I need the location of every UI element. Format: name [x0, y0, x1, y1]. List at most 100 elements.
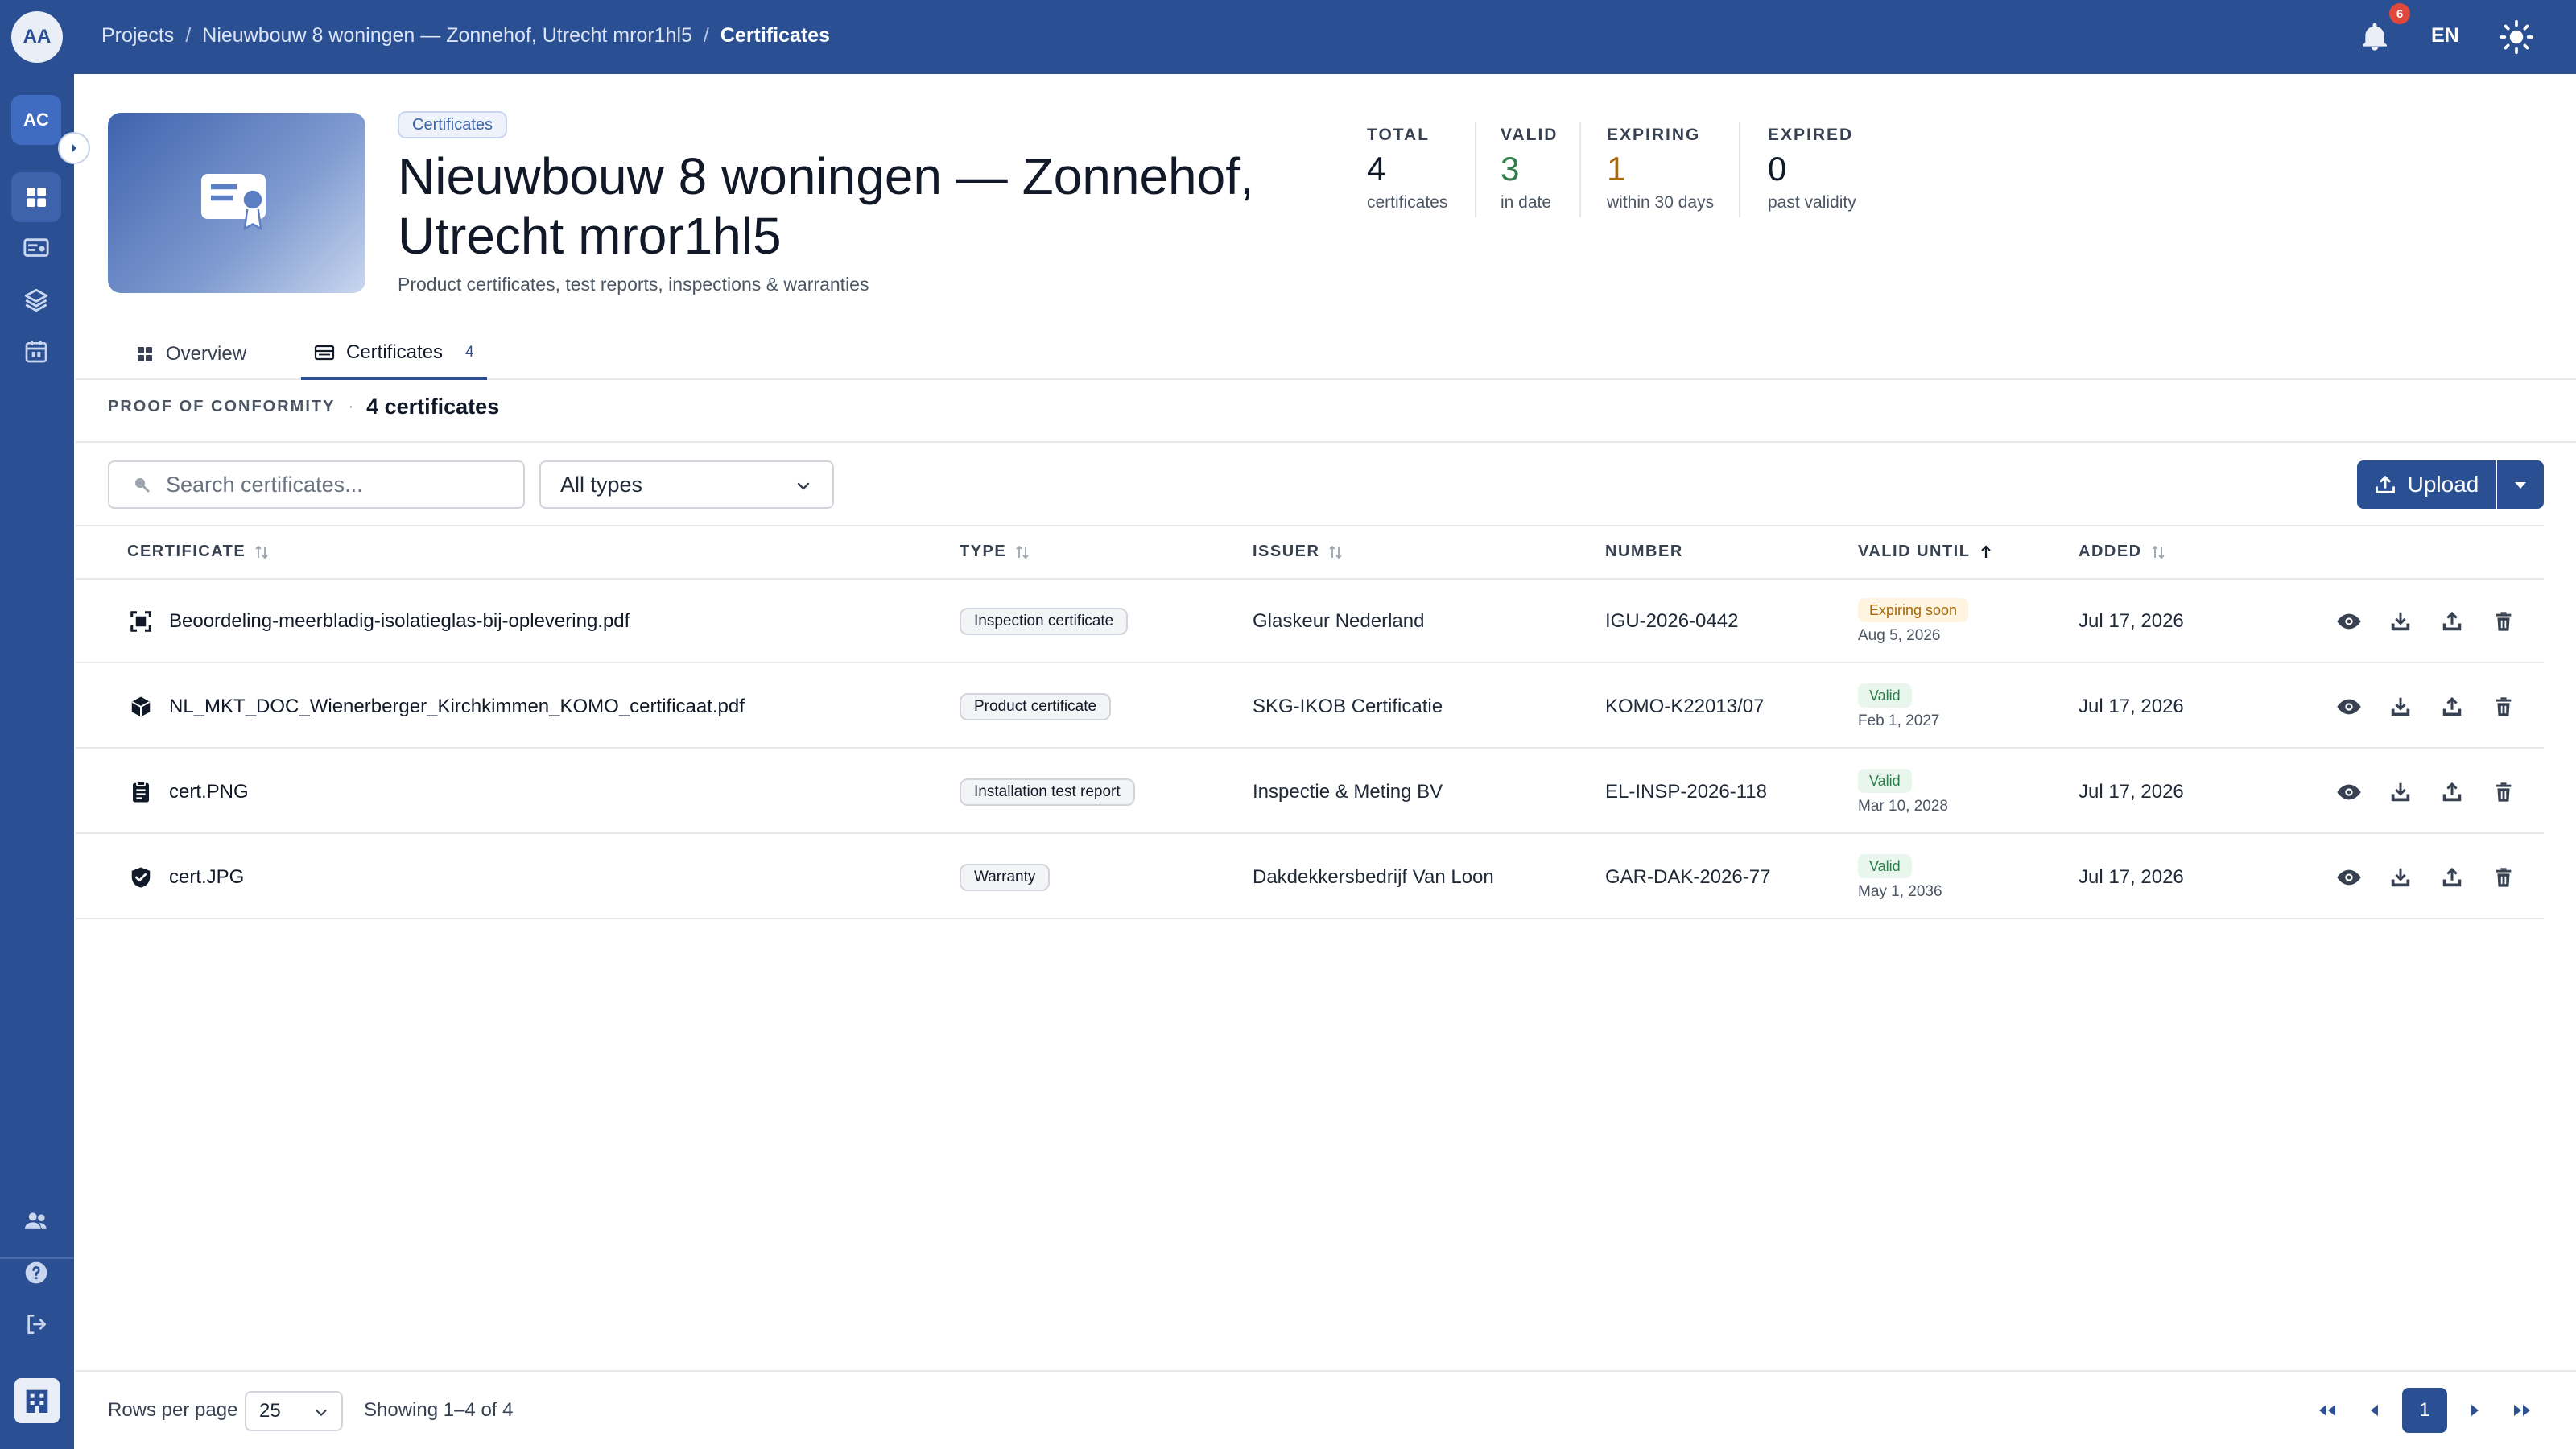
upload-icon [2442, 611, 2462, 631]
issuer-cell: SKG-IKOB Certificatie [1253, 696, 1443, 717]
sidebar-item-help[interactable] [11, 1248, 61, 1298]
delete-button[interactable] [2489, 607, 2518, 636]
row-actions [2334, 750, 2518, 834]
sort-icon [255, 545, 268, 559]
sidebar-item-team[interactable] [11, 1196, 61, 1246]
issuer-cell: Inspectie & Meting BV [1253, 781, 1443, 803]
view-button[interactable] [2334, 607, 2363, 636]
section-chip: Certificates [398, 111, 508, 138]
certificate-filename[interactable]: NL_MKT_DOC_Wienerberger_Kirchkimmen_KOMO… [169, 696, 745, 718]
number-cell: KOMO-K22013/07 [1605, 696, 1765, 717]
upload-icon [2442, 867, 2462, 887]
previous-page-button[interactable] [2352, 1388, 2397, 1433]
clipboard-icon [133, 781, 149, 803]
sidebar-toggle[interactable] [58, 132, 90, 164]
certificate-filename[interactable]: Beoordeling-meerbladig-isolatieglas-bij-… [169, 610, 630, 633]
certificate-filename[interactable]: cert.JPG [169, 866, 244, 889]
type-cell: Product certificate [960, 665, 1112, 749]
sun-icon[interactable] [2499, 19, 2534, 55]
row-actions [2334, 665, 2518, 749]
delete-button[interactable] [2489, 778, 2518, 807]
table-top-border [76, 525, 2544, 526]
chevron-down-icon [316, 1410, 327, 1416]
column-header-issuer[interactable]: ISSUER [1253, 543, 1344, 561]
delete-button[interactable] [2489, 863, 2518, 892]
certificate-cell: cert.JPG [129, 836, 244, 919]
chevron-right-icon [2471, 1405, 2479, 1416]
pagination-summary: Showing 1–4 of 4 [364, 1399, 514, 1421]
sidebar-item-logout[interactable] [11, 1299, 61, 1349]
sidebar-item-certificates[interactable] [11, 224, 61, 274]
download-button[interactable] [2386, 778, 2415, 807]
column-header-type[interactable]: TYPE [960, 543, 1030, 561]
tab-overview[interactable]: Overview [135, 328, 246, 380]
next-page-button[interactable] [2452, 1388, 2497, 1433]
eye-icon [2337, 699, 2361, 715]
table-row[interactable]: cert.PNG Installation test report Inspec… [76, 750, 2544, 834]
column-header-certificate[interactable]: CERTIFICATE [127, 543, 270, 561]
type-filter-select[interactable]: All types [539, 460, 834, 509]
number-cell: EL-INSP-2026-118 [1605, 781, 1767, 803]
column-label: NUMBER [1605, 543, 1683, 560]
view-button[interactable] [2334, 778, 2363, 807]
added-cell: Jul 17, 2026 [2079, 696, 2184, 717]
tab-count-badge: 4 [465, 344, 474, 361]
breadcrumb-projects[interactable]: Projects [101, 24, 174, 47]
project-cover-image [108, 113, 365, 293]
last-page-button[interactable] [2500, 1388, 2545, 1433]
sidebar-item-layers[interactable] [11, 275, 61, 325]
tab-certificates[interactable]: Certificates 4 [301, 328, 487, 380]
download-button[interactable] [2386, 692, 2415, 721]
table-row[interactable]: NL_MKT_DOC_Wienerberger_Kirchkimmen_KOMO… [76, 665, 2544, 749]
section-label: PROOF OF CONFORMITY [108, 398, 336, 415]
certificate-filename[interactable]: cert.PNG [169, 781, 249, 803]
delete-button[interactable] [2489, 692, 2518, 721]
download-button[interactable] [2386, 607, 2415, 636]
user-avatar[interactable]: AA [11, 11, 63, 63]
sidebar-item-dashboard[interactable] [11, 172, 61, 222]
certificate-cell: cert.PNG [129, 750, 249, 834]
view-button[interactable] [2334, 863, 2363, 892]
stat-value: 4 [1367, 150, 1386, 188]
table-row[interactable]: cert.JPG Warranty Dakdekkersbedrijf Van … [76, 836, 2544, 919]
view-button[interactable] [2334, 692, 2363, 721]
building-icon [26, 1389, 48, 1413]
breadcrumb-separator: / [703, 24, 709, 47]
sidebar-item-calendar[interactable] [11, 327, 61, 377]
search-input[interactable]: Search certificates... [108, 460, 525, 509]
breadcrumb: Projects / Nieuwbouw 8 woningen — Zonneh… [101, 24, 830, 47]
first-page-button[interactable] [2304, 1388, 2349, 1433]
share-button[interactable] [2438, 607, 2467, 636]
table-row[interactable]: Beoordeling-meerbladig-isolatieglas-bij-… [76, 580, 2544, 663]
tab-bar: Overview Certificates 4 [76, 328, 2576, 380]
column-header-added[interactable]: ADDED [2079, 543, 2166, 561]
certificate-cell: NL_MKT_DOC_Wienerberger_Kirchkimmen_KOMO… [129, 665, 745, 749]
breadcrumb-project[interactable]: Nieuwbouw 8 woningen — Zonnehof, Utrecht… [202, 24, 692, 47]
share-button[interactable] [2438, 692, 2467, 721]
page-subtitle: Product certificates, test reports, insp… [398, 274, 869, 295]
valid-until-cell: Valid Mar 10, 2028 [1858, 750, 1948, 834]
upload-button[interactable]: Upload [2357, 460, 2496, 509]
calendar-icon [25, 341, 47, 363]
stat-value: 1 [1607, 150, 1626, 188]
language-switcher[interactable]: EN [2431, 24, 2459, 47]
footer-divider [76, 1370, 2576, 1372]
certificate-icon [201, 174, 266, 231]
column-label: ADDED [2079, 543, 2142, 560]
column-label: VALID UNTIL [1858, 543, 1971, 560]
bell-icon[interactable] [2359, 19, 2391, 55]
share-button[interactable] [2438, 863, 2467, 892]
section-header: PROOF OF CONFORMITY · 4 certificates [108, 394, 499, 419]
sort-icon [1016, 545, 1029, 559]
download-button[interactable] [2386, 863, 2415, 892]
rows-per-page-select[interactable]: 25 [245, 1391, 343, 1431]
type-cell: Installation test report [960, 750, 1135, 834]
page-button-current[interactable]: 1 [2402, 1388, 2447, 1433]
upload-menu-button[interactable] [2497, 460, 2544, 509]
eye-icon [2337, 784, 2361, 800]
share-button[interactable] [2438, 778, 2467, 807]
stat-divider [1579, 122, 1581, 217]
column-header-valid-until[interactable]: VALID UNTIL [1858, 543, 1994, 561]
stat-sublabel: past validity [1768, 193, 1856, 212]
workspace-switcher[interactable]: AC [11, 95, 61, 145]
